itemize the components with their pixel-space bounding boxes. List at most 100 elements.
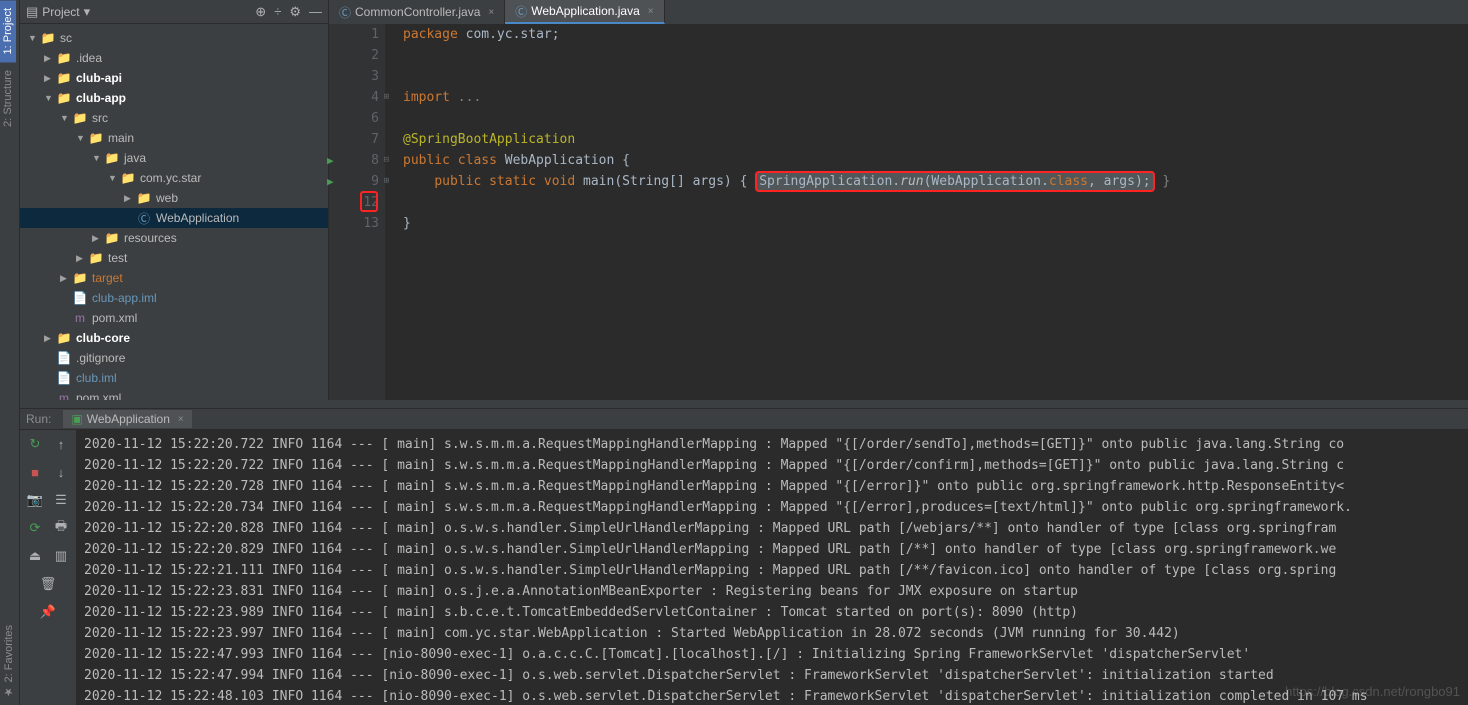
code-editor[interactable]: 1234⊞678▶⊟9▶⊞1213 package com.yc.star;im…	[329, 24, 1468, 400]
tree-row[interactable]: ▶📁club-api	[20, 68, 328, 88]
code-line[interactable]	[403, 192, 1468, 213]
tree-row[interactable]: 📄.gitignore	[20, 348, 328, 368]
gutter-line[interactable]: 1	[329, 24, 379, 45]
tree-row[interactable]: ▶📁resources	[20, 228, 328, 248]
target-icon[interactable]: ⊕	[255, 4, 266, 20]
console-line: 2020-11-12 15:22:47.994 INFO 1164 --- [n…	[84, 665, 1460, 686]
console-line: 2020-11-12 15:22:21.111 INFO 1164 --- [ …	[84, 560, 1460, 581]
editor-code[interactable]: package com.yc.star; import ... @SpringBoo…	[385, 24, 1468, 400]
code-line[interactable]: }	[403, 213, 1468, 234]
run-line-icon[interactable]: ▶	[327, 171, 334, 192]
folder-icon: 📁	[104, 231, 120, 245]
gutter-line[interactable]: 9▶⊞	[329, 171, 379, 192]
console-line: 2020-11-12 15:22:23.831 INFO 1164 --- [ …	[84, 581, 1460, 602]
editor-gutter[interactable]: 1234⊞678▶⊟9▶⊞1213	[329, 24, 385, 400]
gutter-line[interactable]: 2	[329, 45, 379, 66]
tree-row[interactable]: ▼📁src	[20, 108, 328, 128]
tree-row[interactable]: 📄club.iml	[20, 368, 328, 388]
tree-row[interactable]: ▶📁.idea	[20, 48, 328, 68]
run-line-icon[interactable]: ▶	[327, 150, 334, 171]
run-console[interactable]: 2020-11-12 15:22:20.722 INFO 1164 --- [ …	[76, 430, 1468, 705]
camera-icon[interactable]: 📷	[25, 490, 45, 510]
code-line[interactable]: public static void main(String[] args) {…	[403, 171, 1468, 192]
tree-arrow[interactable]: ▼	[44, 93, 56, 103]
tree-row[interactable]: ⒸWebApplication	[20, 208, 328, 228]
print-icon[interactable]: 🖶	[51, 518, 71, 538]
tree-item-label: .gitignore	[76, 351, 125, 365]
tree-row[interactable]: ▶📁test	[20, 248, 328, 268]
tree-item-label: club-core	[76, 331, 130, 345]
run-config-tab[interactable]: ▣ WebApplication ×	[63, 410, 191, 428]
folder-icon: 📁	[56, 331, 72, 345]
code-line[interactable]	[403, 108, 1468, 129]
editor-tab[interactable]: ⒸWebApplication.java×	[505, 0, 664, 24]
tree-arrow[interactable]: ▼	[60, 113, 72, 123]
project-header-title[interactable]: ▤ Project ▾	[26, 4, 255, 20]
tree-item-label: club-api	[76, 71, 122, 85]
gutter-line[interactable]: 4⊞	[329, 87, 379, 108]
tree-row[interactable]: ▶📁web	[20, 188, 328, 208]
tree-row[interactable]: ▼📁sc	[20, 28, 328, 48]
code-line[interactable]: public class WebApplication {	[403, 150, 1468, 171]
stop-button[interactable]: ■	[25, 462, 45, 482]
highlight-box-gutter	[360, 191, 378, 212]
console-line: 2020-11-12 15:22:48.103 INFO 1164 --- [n…	[84, 686, 1460, 705]
tree-arrow[interactable]: ▶	[124, 193, 136, 204]
rerun-button[interactable]: ↻	[25, 434, 45, 454]
code-line[interactable]: @SpringBootApplication	[403, 129, 1468, 150]
tree-row[interactable]: ▶📁target	[20, 268, 328, 288]
tree-arrow[interactable]: ▶	[76, 253, 88, 264]
tree-row[interactable]: ▶📁 club-core	[20, 328, 328, 348]
code-line[interactable]: package com.yc.star;	[403, 24, 1468, 45]
folder-icon: 📁	[120, 171, 136, 185]
trash-icon[interactable]: 🗑	[38, 574, 58, 594]
tree-arrow[interactable]: ▼	[92, 153, 104, 163]
tree-arrow[interactable]: ▶	[44, 53, 56, 64]
favorites-side-tab[interactable]: ★ 2: Favorites	[0, 619, 17, 705]
folder-icon: 📁	[40, 31, 56, 45]
up-button[interactable]: ↑	[51, 434, 71, 454]
tree-item-label: .idea	[76, 51, 102, 65]
console-line: 2020-11-12 15:22:20.722 INFO 1164 --- [ …	[84, 455, 1460, 476]
gutter-line[interactable]: 8▶⊟	[329, 150, 379, 171]
tree-row[interactable]: mpom.xml	[20, 308, 328, 328]
code-line[interactable]	[403, 45, 1468, 66]
refresh-button[interactable]: ⟳	[25, 518, 45, 538]
tree-arrow[interactable]: ▶	[92, 233, 104, 244]
wrap-icon[interactable]: ☰	[51, 490, 71, 510]
tree-row[interactable]: 📄club-app.iml	[20, 288, 328, 308]
gutter-line[interactable]: 6	[329, 108, 379, 129]
editor-tab[interactable]: ⒸCommonController.java×	[329, 0, 505, 24]
tree-row[interactable]: mpom.xml	[20, 388, 328, 400]
folder-icon: 📁	[72, 271, 88, 285]
tree-arrow[interactable]: ▼	[76, 133, 88, 143]
collapse-icon[interactable]: ÷	[274, 4, 281, 20]
tree-arrow[interactable]: ▶	[44, 73, 56, 84]
hide-icon[interactable]: —	[309, 4, 322, 20]
layout-icon[interactable]: ▥	[51, 546, 71, 566]
tree-row[interactable]: ▼📁club-app	[20, 88, 328, 108]
pin-icon[interactable]: 📌	[38, 602, 58, 622]
tree-row[interactable]: ▼📁com.yc.star	[20, 168, 328, 188]
tree-row[interactable]: ▼📁main	[20, 128, 328, 148]
tree-arrow[interactable]: ▼	[108, 173, 120, 183]
tree-arrow[interactable]: ▶	[44, 333, 56, 344]
close-icon[interactable]: ×	[178, 414, 184, 425]
tree-arrow[interactable]: ▼	[28, 33, 40, 43]
close-icon[interactable]: ×	[488, 7, 494, 18]
gutter-line[interactable]: 3	[329, 66, 379, 87]
project-side-tab[interactable]: 1: Project	[0, 0, 16, 62]
exit-button[interactable]: ⏏	[25, 546, 45, 566]
down-button[interactable]: ↓	[51, 462, 71, 482]
tree-row[interactable]: ▼📁java	[20, 148, 328, 168]
folder-icon: 📁	[88, 251, 104, 265]
structure-side-tab[interactable]: 2: Structure	[0, 62, 16, 135]
code-line[interactable]: import ...	[403, 87, 1468, 108]
code-line[interactable]	[403, 66, 1468, 87]
close-icon[interactable]: ×	[648, 6, 654, 17]
project-tree[interactable]: ▼📁sc▶📁.idea▶📁club-api▼📁club-app▼📁src▼📁ma…	[20, 24, 328, 400]
tree-arrow[interactable]: ▶	[60, 273, 72, 284]
gutter-line[interactable]: 7	[329, 129, 379, 150]
gutter-line[interactable]: 13	[329, 213, 379, 234]
gear-icon[interactable]: ⚙	[289, 4, 301, 20]
